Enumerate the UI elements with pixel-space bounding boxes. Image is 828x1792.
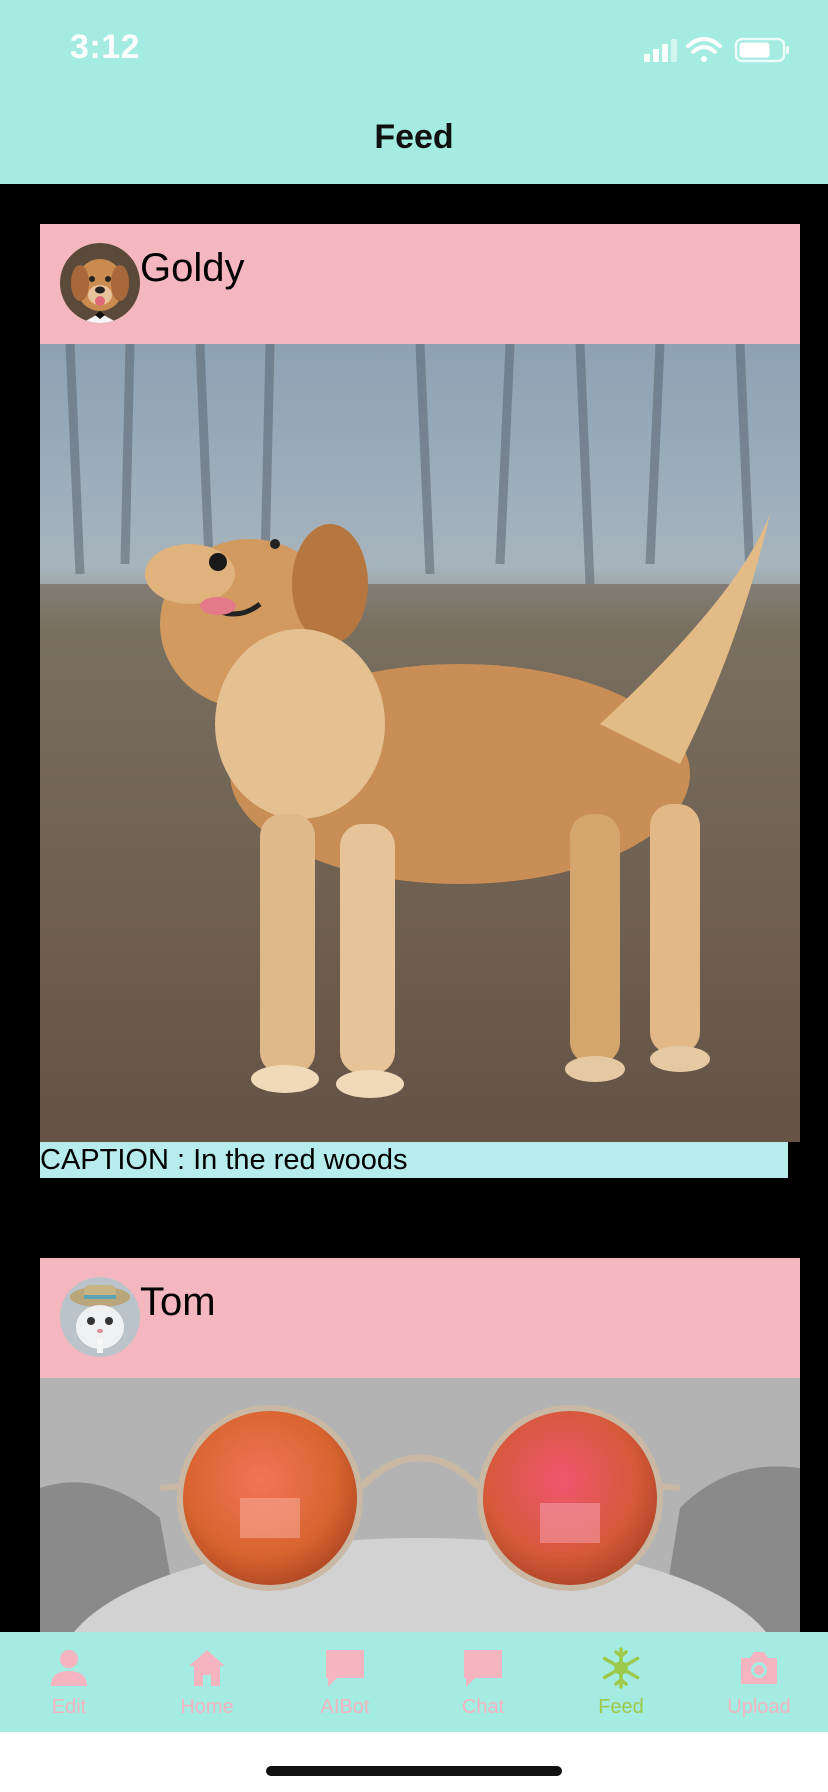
cat-avatar[interactable] [60,1277,140,1357]
cellular-signal-icon [644,39,677,62]
tab-label: Edit [51,1696,87,1718]
tab-feed[interactable]: Feed [552,1632,690,1732]
page-title: Feed [374,118,454,156]
feed-list[interactable]: Goldy CAPTION: In the red woods Tom [0,184,828,1632]
battery-icon [734,37,789,63]
post-header[interactable]: Tom [40,1258,800,1378]
post-image[interactable] [40,1378,800,1632]
post-image[interactable] [40,344,800,1142]
post-header[interactable]: Goldy [40,224,800,344]
post-caption: CAPTION : In the red woods [40,1142,788,1178]
tab-bar: Edit Home AIBot Chat Feed Upload [0,1632,828,1732]
status-time: 3:12 [70,28,141,66]
tab-label: Home [180,1696,234,1718]
wifi-icon [686,37,722,62]
chat-bubble-icon [326,1650,364,1687]
camera-icon [741,1652,777,1684]
tab-aibot[interactable]: AIBot [276,1632,414,1732]
post-username[interactable]: Tom [140,1280,216,1325]
tab-chat[interactable]: Chat [414,1632,552,1732]
tab-home[interactable]: Home [138,1632,276,1732]
tab-upload[interactable]: Upload [690,1632,828,1732]
dog-avatar[interactable] [60,243,140,323]
home-indicator-area [0,1732,828,1792]
feed-screen: 3:12 Feed Goldy CAPTION: In the red woo… [0,0,828,1792]
home-icon [189,1650,225,1686]
tab-label: Chat [461,1696,505,1718]
tab-edit[interactable]: Edit [0,1632,138,1732]
home-indicator[interactable] [266,1766,562,1776]
person-icon [51,1650,87,1686]
snowflake-icon [602,1647,640,1689]
top-header: 3:12 Feed [0,0,828,184]
tab-label: AIBot [320,1696,370,1718]
status-icons [642,34,792,66]
post-username[interactable]: Goldy [140,246,245,291]
tab-label: Upload [727,1696,791,1718]
tab-label: Feed [598,1696,644,1718]
chat-bubble-icon [464,1650,502,1687]
